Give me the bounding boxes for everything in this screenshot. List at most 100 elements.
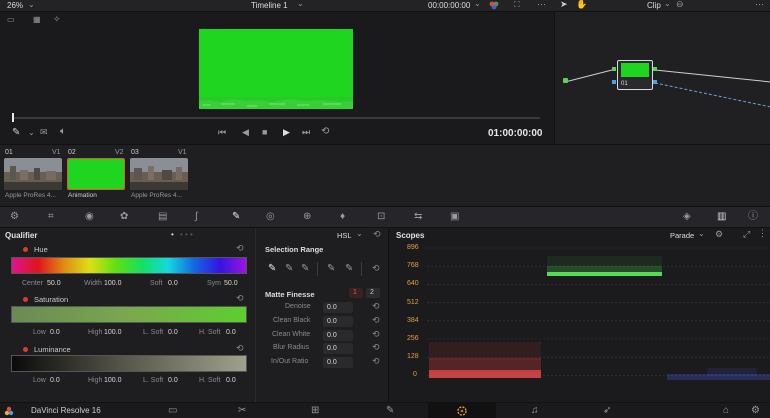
deliver-page-icon[interactable]: ➶ [603,406,611,416]
settings-icon[interactable]: ⚙ [751,406,760,416]
tracker-icon[interactable]: ⊕ [303,212,311,222]
cut-page-icon[interactable]: ✂ [238,406,246,416]
stop-icon[interactable]: ■ [262,128,267,137]
skip-to-end-icon[interactable]: ⏭ [302,128,310,137]
lum-lsoft-value[interactable]: 0.0 [168,377,178,384]
luminance-range-bar[interactable] [11,355,247,372]
node-input-port[interactable] [612,67,616,71]
reset-icon[interactable]: ⟲ [372,329,380,340]
camera-raw-icon[interactable]: ⚙ [10,212,19,222]
blur-icon[interactable]: ♦ [340,212,345,222]
chevron-down-icon[interactable]: ⌄ [474,0,481,8]
reset-icon[interactable]: ⟲ [372,301,380,312]
page-dots[interactable]: • [171,230,174,239]
in-out-ratio-field[interactable]: 0.0 [323,357,353,368]
sparkle-icon[interactable]: ✧ [53,15,61,24]
clean-black-field[interactable]: 0.0 [323,316,353,327]
color-wheels-icon[interactable]: ◉ [85,212,94,222]
3d-icon[interactable]: ▣ [450,212,459,222]
step-back-icon[interactable]: ◀ [242,128,249,137]
clip-thumbnail-selected[interactable] [67,158,125,190]
feather-plus-icon[interactable]: ✎ [345,264,353,274]
more-options-icon[interactable]: ⋯ [755,0,764,9]
hue-center-value[interactable]: 50.0 [47,280,61,287]
scopes-icon[interactable]: ▥ [717,212,726,222]
page-dots[interactable]: • • • [180,230,193,239]
reset-icon[interactable]: ⟲ [372,342,380,353]
window-icon[interactable]: ◎ [266,212,275,222]
color-match-icon[interactable]: ⌗ [48,212,54,222]
sat-low-value[interactable]: 0.0 [50,329,60,336]
hand-icon[interactable]: ✋ [576,0,587,9]
home-icon[interactable]: ⌂ [723,406,729,416]
chevron-down-icon[interactable]: ⌄ [28,1,35,9]
qualifier-icon[interactable]: ✎ [232,212,240,222]
node-key-output-port[interactable] [653,80,657,84]
picker-icon[interactable]: ✎ [268,264,276,274]
invert-icon[interactable]: ⟲ [372,263,380,274]
chevron-down-icon[interactable]: ⌄ [664,0,671,8]
fairlight-page-icon[interactable]: ♫ [531,406,539,416]
reset-icon[interactable]: ⟲ [236,343,244,354]
hue-range-bar[interactable] [11,257,247,274]
playhead[interactable] [12,113,14,122]
sat-high-value[interactable]: 100.0 [104,329,122,336]
node-editor[interactable]: 01 [554,12,770,144]
reset-icon[interactable]: ⟲ [236,243,244,254]
denoise-field[interactable]: 0.0 [323,302,353,313]
grid-icon[interactable]: ▦ [33,16,41,24]
node-input-source[interactable] [563,78,568,83]
saturation-range-bar[interactable] [11,306,247,323]
timeline-title[interactable]: Timeline 1 [251,1,288,10]
scrubber-bar[interactable] [12,117,540,119]
motion-effects-icon[interactable]: ▤ [158,212,167,222]
lum-hsoft-value[interactable]: 0.0 [226,377,236,384]
hue-enable-dot[interactable] [23,247,28,252]
clip-thumbnail[interactable] [130,158,188,190]
blur-radius-field[interactable]: 0.0 [323,343,353,354]
node-output-port[interactable] [653,67,657,71]
reset-icon[interactable]: ⟲ [372,356,380,367]
sat-lsoft-value[interactable]: 0.0 [168,329,178,336]
matte-tab-2[interactable]: 2 [366,288,380,298]
rgb-mixer-icon[interactable]: ✿ [120,212,128,222]
feather-minus-icon[interactable]: ✎ [327,264,335,274]
media-page-icon[interactable]: ▭ [168,406,177,416]
lum-high-value[interactable]: 100.0 [104,377,122,384]
play-icon[interactable]: ▶ [283,128,290,137]
hue-sym-value[interactable]: 50.0 [224,280,238,287]
saturation-enable-dot[interactable] [23,297,28,302]
chevron-down-icon[interactable]: ⌄ [297,0,304,8]
color-wheel-icon[interactable] [489,1,499,10]
zoom-level[interactable]: 26% [7,1,23,10]
skip-to-start-icon[interactable]: ⏮ [218,128,226,137]
node-key-input-port[interactable] [612,80,616,84]
link-icon[interactable]: ⊖ [676,0,684,9]
clean-white-field[interactable]: 0.0 [323,330,353,341]
chevron-down-icon[interactable]: ⌄ [356,230,363,238]
eye-icon[interactable]: ◈ [683,212,691,222]
lum-low-value[interactable]: 0.0 [50,377,60,384]
info-icon[interactable]: ⓘ [748,212,758,222]
picker-minus-icon[interactable]: ✎ [285,264,293,274]
luminance-enable-dot[interactable] [23,347,28,352]
curves-icon[interactable]: ∫ [195,212,198,222]
reset-icon[interactable]: ⟲ [373,229,381,240]
fusion-page-icon[interactable]: ✎ [386,406,394,416]
hue-width-value[interactable]: 100.0 [104,280,122,287]
key-icon[interactable]: ⊡ [377,212,385,222]
color-page-tab[interactable] [428,403,496,418]
viewer-frame[interactable] [199,29,353,109]
corrector-node[interactable]: 01 [617,60,653,90]
sizing-icon[interactable]: ⇆ [414,212,422,222]
loop-icon[interactable]: ⟲ [321,127,329,137]
qualifier-mode-select[interactable]: HSL [337,231,352,240]
fullscreen-icon[interactable]: ⛶ [514,1,520,9]
sat-hsoft-value[interactable]: 0.0 [226,329,236,336]
split-view-icon[interactable]: ▭ [7,16,15,24]
picker-plus-icon[interactable]: ✎ [301,264,309,274]
matte-tab-1[interactable]: 1 [349,288,363,298]
pointer-icon[interactable]: ➤ [560,0,568,9]
edit-page-icon[interactable]: ⊞ [311,406,319,416]
chevron-down-icon[interactable]: ⌄ [28,129,35,137]
